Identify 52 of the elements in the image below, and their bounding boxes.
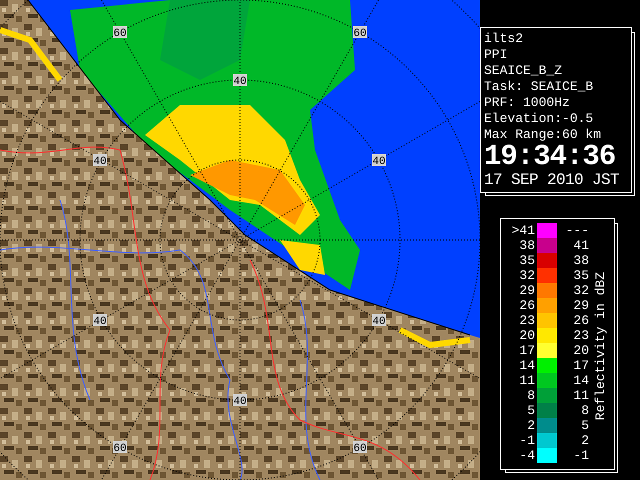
info-line: PRF: 1000Hz: [484, 95, 571, 111]
legend-value: >41: [510, 223, 535, 238]
legend-value: 8: [526, 388, 535, 403]
info-line: PPI: [484, 47, 508, 63]
info-line: Task: SEAICE_B: [484, 79, 594, 95]
legend-value: 14: [572, 373, 589, 388]
legend-value: 35: [518, 253, 535, 268]
range-label: 40: [233, 394, 247, 408]
legend-value: 32: [518, 268, 535, 283]
legend-value: -4: [518, 448, 535, 463]
legend-value: 29: [518, 283, 535, 298]
range-label: 40: [233, 74, 247, 88]
legend-value: 11: [518, 373, 535, 388]
legend-value: 11: [572, 388, 589, 403]
legend-value: 26: [572, 313, 589, 328]
legend-value: 8: [580, 403, 589, 418]
legend-value: 23: [518, 313, 535, 328]
date-text: 17 SEP 2010 JST: [484, 171, 620, 190]
legend-value: 23: [572, 328, 589, 343]
info-line: Elevation:-0.5: [484, 111, 594, 127]
legend-value: 32: [572, 283, 589, 298]
range-label: 40: [372, 314, 386, 328]
legend-value: 20: [572, 343, 589, 358]
legend-value: 29: [572, 298, 589, 313]
legend-value: 38: [572, 253, 589, 268]
legend-value: 2: [580, 433, 589, 448]
legend-value: 14: [518, 358, 535, 373]
legend-value: 41: [572, 238, 589, 253]
range-label: 60: [113, 441, 127, 455]
legend-title: Reflectivity in dBZ: [593, 272, 608, 420]
legend-value: ---: [564, 223, 589, 238]
legend-value: 5: [580, 418, 589, 433]
info-line: Max Range:60 km: [484, 127, 602, 143]
info-line: SEAICE_B_Z: [484, 63, 564, 79]
info-line: ilts2: [484, 31, 524, 47]
legend-value: 26: [518, 298, 535, 313]
legend-value: -1: [572, 448, 589, 463]
legend-value: 38: [518, 238, 535, 253]
range-label: 40: [372, 154, 386, 168]
legend-value: -1: [518, 433, 535, 448]
range-label: 60: [353, 441, 367, 455]
range-label: 60: [113, 26, 127, 40]
legend-value: 20: [518, 328, 535, 343]
legend-value: 35: [572, 268, 589, 283]
legend-value: 5: [526, 403, 535, 418]
range-label: 40: [93, 154, 107, 168]
legend-value: 17: [572, 358, 589, 373]
range-label: 60: [353, 26, 367, 40]
legend-value: 2: [526, 418, 535, 433]
range-label: 40: [93, 314, 107, 328]
legend-value: 17: [518, 343, 535, 358]
time-text: 19:34:36: [484, 143, 616, 171]
